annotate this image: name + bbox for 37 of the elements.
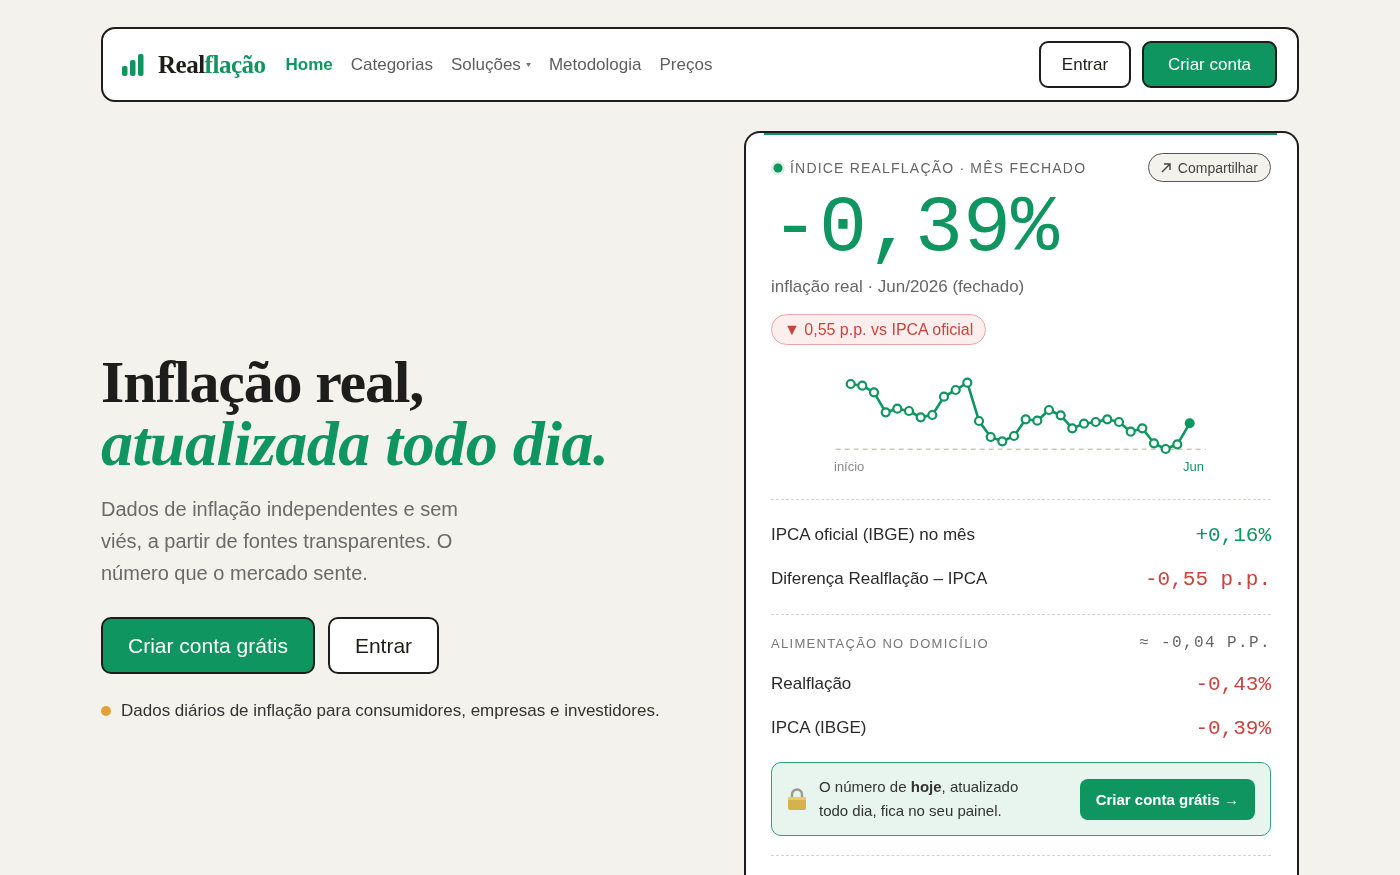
login-button[interactable]: Entrar [327, 617, 440, 674]
padlock-icon [788, 788, 806, 810]
nav-link[interactable]: Categorias [350, 54, 433, 75]
signup-button[interactable]: Criar conta [1142, 41, 1277, 88]
value-caption: inflação real · Jun/2026 (fechado) [771, 276, 1026, 298]
chart-start-label: início [834, 458, 865, 476]
chart-end-label: Jun [1183, 458, 1204, 476]
hero-headline: Inflação real, atualizada todo dia. [101, 351, 609, 475]
category-heading: ALIMENTAÇÃO NO DOMICÍLIO [771, 635, 990, 651]
metric-label: IPCA (IBGE) [771, 718, 867, 738]
brand-logo[interactable]: Realflação [158, 50, 266, 79]
share-button[interactable]: Compartilhar [1147, 153, 1271, 182]
login-button[interactable]: Entrar [1039, 41, 1131, 88]
bullet-dot-icon [101, 706, 111, 716]
hero-note: Dados diários de inflação para consumidores, empresas e investidores. [121, 700, 660, 722]
nav-link[interactable]: Metodologia [548, 54, 642, 75]
status-dot-icon [771, 160, 785, 175]
create-free-account-button[interactable]: Criar conta grátis → [1079, 778, 1255, 820]
inflation-value: -0,39% [771, 187, 1061, 271]
nav-link[interactable]: Home [285, 54, 333, 75]
category-difference: ≈ -0,04 P.P. [1138, 634, 1271, 652]
signup-prompt-text: O número de hoje, atualizado todo dia, fica no seu painel. [819, 777, 1020, 821]
arrow-up-right-icon [1160, 162, 1171, 173]
comparison-badge: ▼ 0,55 p.p. vs IPCA oficial [771, 314, 987, 345]
metric-value: -0,39% [1195, 716, 1271, 740]
card-eyebrow: ÍNDICE REALFLAÇÃO · MÊS FECHADO [790, 159, 1087, 176]
metric-value: -0,43% [1195, 672, 1271, 696]
create-free-account-button[interactable]: Criar conta grátis [101, 617, 315, 674]
metric-label: Realflação [771, 674, 852, 694]
metric-value: -0,55 p.p. [1144, 567, 1271, 591]
hero-description: Dados de inflação independentes e sem viés, a partir de fontes transparentes. O número que o mercado sente. [101, 497, 459, 586]
metric-value: +0,16% [1195, 523, 1271, 547]
metric-label: Diferença Realflação – IPCA [771, 569, 988, 589]
nav-link[interactable]: Preços [659, 54, 713, 75]
bar-chart-icon [122, 53, 144, 76]
nav-link[interactable]: Soluções [450, 54, 531, 75]
metric-label: IPCA oficial (IBGE) no mês [771, 525, 976, 545]
